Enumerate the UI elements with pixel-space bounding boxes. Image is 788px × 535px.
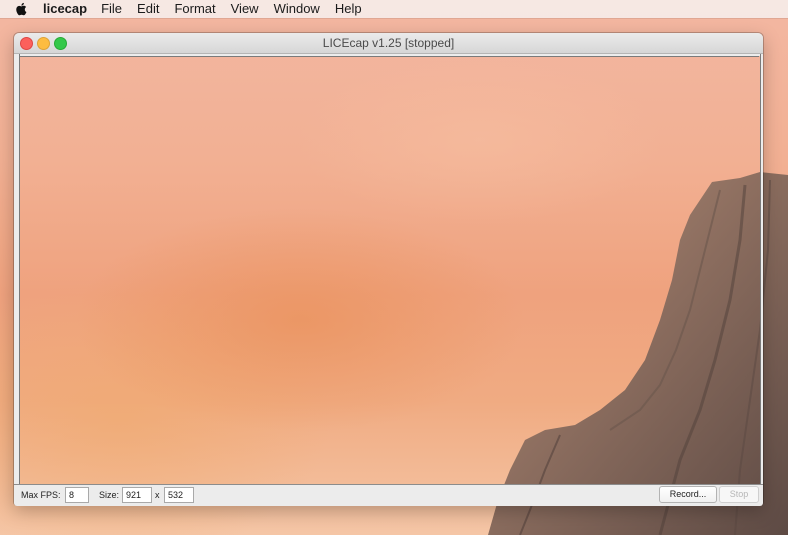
menu-format[interactable]: Format bbox=[174, 0, 215, 18]
size-x-label: x bbox=[155, 490, 160, 500]
menu-app-name[interactable]: licecap bbox=[43, 0, 87, 18]
record-button[interactable]: Record... bbox=[659, 486, 717, 503]
max-fps-input[interactable]: 8 bbox=[65, 487, 89, 503]
menu-bar: licecap File Edit Format View Window Hel… bbox=[0, 0, 788, 18]
menu-file[interactable]: File bbox=[101, 0, 122, 18]
title-bar[interactable]: LICEcap v1.25 [stopped] bbox=[14, 33, 763, 54]
licecap-window: LICEcap v1.25 [stopped] Max FPS: 8 Size:… bbox=[14, 33, 763, 506]
apple-logo-icon[interactable] bbox=[15, 2, 27, 16]
menu-view[interactable]: View bbox=[231, 0, 259, 18]
window-title: LICEcap v1.25 [stopped] bbox=[322, 36, 455, 50]
menu-help[interactable]: Help bbox=[335, 0, 362, 18]
capture-area bbox=[20, 56, 759, 485]
height-input[interactable]: 532 bbox=[164, 487, 194, 503]
size-label: Size: bbox=[99, 490, 120, 500]
width-input[interactable]: 921 bbox=[122, 487, 152, 503]
stop-button[interactable]: Stop bbox=[719, 486, 759, 503]
menu-edit[interactable]: Edit bbox=[137, 0, 159, 18]
frame-right bbox=[760, 54, 763, 485]
menu-window[interactable]: Window bbox=[274, 0, 320, 18]
control-bar: Max FPS: 8 Size: 921 x 532 Record... Sto… bbox=[14, 484, 763, 506]
max-fps-label: Max FPS: bbox=[21, 490, 61, 500]
